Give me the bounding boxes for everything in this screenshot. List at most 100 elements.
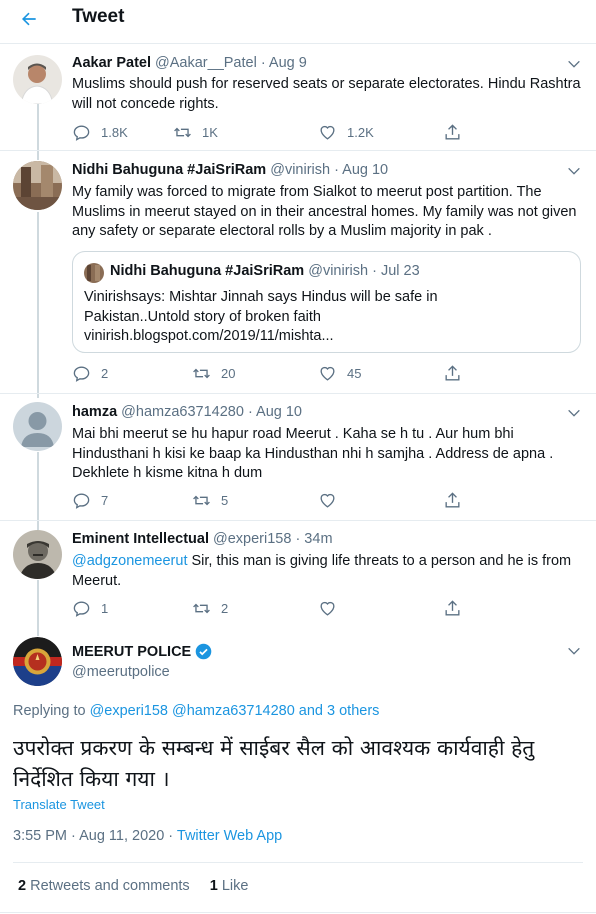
quote-text: Vinirishsays: Mishtar Jinnah says Hindus… [84,288,564,347]
page-title: Tweet [72,6,125,27]
retweet-button[interactable]: 2 [192,597,228,619]
replying-to-links[interactable]: @experi158 @hamza63714280 and 3 others [90,703,380,719]
reply-count: 7 [101,492,109,508]
retweets-stat[interactable]: 2 Retweets and comments [18,878,190,894]
quote-line: Vinirishsays: Mishtar Jinnah says Hindus… [84,289,438,305]
quote-line: Pakistan..Untold story of broken faith [84,308,321,325]
tweet-actions: 1.8K 1K 1.2K [72,121,472,143]
reply-count: 1.8K [101,124,128,140]
thread-line [37,104,39,160]
reply-button[interactable]: 2 [72,362,108,384]
quote-link[interactable]: vinirish.blogspot.com/2019/11/mishta... [84,327,564,347]
reply-button[interactable]: 1.8K [72,121,128,143]
retweet-icon [193,368,210,378]
share-button[interactable] [443,362,462,384]
tweet-header: Eminent Intellectual @experi158 · 34m [72,531,333,547]
back-button[interactable] [14,6,44,32]
tweet-source[interactable]: Twitter Web App [177,828,282,844]
chevron-down-icon[interactable] [566,56,582,72]
reply-button[interactable]: 7 [72,489,108,511]
thread-line [37,212,39,398]
divider [13,862,583,863]
tweet-stats: 2 Retweets and comments 1 Like [18,878,248,894]
handle[interactable]: @meerutpolice [72,664,170,680]
avatar[interactable] [13,161,62,210]
translate-tweet-link[interactable]: Translate Tweet [13,797,105,812]
heart-icon [320,366,335,381]
display-name[interactable]: MEERUT POLICE [72,644,191,660]
handle[interactable]: @hamza63714280 [121,404,244,420]
reply-icon [73,492,90,509]
retweet-count: 20 [221,365,236,381]
like-button[interactable]: 45 [318,362,361,384]
back-arrow-icon [22,12,36,26]
avatar[interactable] [13,637,62,686]
quoted-tweet[interactable]: Nidhi Bahuguna #JaiSriRam @vinirish · Ju… [72,251,581,353]
heart-icon [320,493,335,508]
chevron-down-icon[interactable] [566,405,582,421]
tweet-header: hamza @hamza63714280 · Aug 10 [72,404,302,420]
handle[interactable]: @experi158 [213,531,291,547]
tweet-time[interactable]: 3:55 PM · Aug 11, 2020 · [13,828,177,844]
header: Tweet [0,0,596,44]
retweet-button[interactable]: 20 [192,362,235,384]
like-count: 1.2K [347,124,374,140]
display-name[interactable]: Eminent Intellectual [72,531,209,547]
like-button[interactable]: 1.2K [318,121,374,143]
retweet-count: 1K [202,124,218,140]
retweet-button[interactable]: 1K [173,121,218,143]
heart-icon [320,601,335,616]
mention-link[interactable]: @adgzonemeerut [72,553,187,569]
thread-line [37,452,39,530]
tweet-date[interactable]: · 34m [295,531,332,547]
tweet-date[interactable]: · Aug 9 [261,55,307,71]
thread-line [37,580,39,636]
avatar[interactable] [13,55,62,104]
share-button[interactable] [443,121,462,143]
display-name[interactable]: hamza [72,404,117,420]
replying-to: Replying to @experi158 @hamza63714280 an… [13,703,379,719]
handle[interactable]: @vinirish [270,162,330,178]
verified-badge-icon [195,643,212,660]
likes-stat[interactable]: 1 Like [210,878,249,894]
tweet-text: @adgzonemeerut Sir, this man is giving l… [72,552,582,591]
retweet-count: 5 [221,492,229,508]
retweets-count: 2 [18,878,27,894]
main-author[interactable]: MEERUT POLICE [72,643,212,660]
display-name[interactable]: Aakar Patel [72,55,151,71]
tweet-actions: 7 5 [72,489,472,511]
tweet-date[interactable]: · Aug 10 [248,404,302,420]
share-button[interactable] [443,489,462,511]
display-name[interactable]: Nidhi Bahuguna #JaiSriRam [72,162,266,178]
retweets-label: Retweets and comments [26,878,190,894]
retweet-button[interactable]: 5 [192,489,228,511]
retweet-count: 2 [221,600,229,616]
chevron-down-icon[interactable] [566,163,582,179]
like-button[interactable] [318,489,337,511]
reply-icon [73,124,90,141]
like-button[interactable] [318,597,337,619]
reply-icon [73,365,90,382]
retweet-icon [193,603,210,613]
divider [0,393,596,394]
heart-icon [320,125,335,140]
avatar[interactable] [13,402,62,451]
share-icon [445,364,460,381]
tweet-actions: 2 20 45 [72,362,472,384]
reply-icon [73,600,90,617]
retweet-icon [174,127,191,137]
handle[interactable]: @Aakar__Patel [155,55,257,71]
share-button[interactable] [443,597,462,619]
share-icon [445,491,460,508]
tweet-text: My family was forced to migrate from Sia… [72,184,577,239]
chevron-down-icon[interactable] [566,643,582,659]
divider [0,150,596,151]
like-count: 45 [347,365,362,381]
avatar[interactable] [13,530,62,579]
tweet-header: Aakar Patel @Aakar__Patel · Aug 9 [72,55,307,71]
share-icon [445,599,460,616]
reply-button[interactable]: 1 [72,597,108,619]
tweet-header: Nidhi Bahuguna #JaiSriRam @vinirish · Au… [72,162,388,178]
reply-count: 2 [101,365,109,381]
tweet-date[interactable]: · Aug 10 [334,162,388,178]
